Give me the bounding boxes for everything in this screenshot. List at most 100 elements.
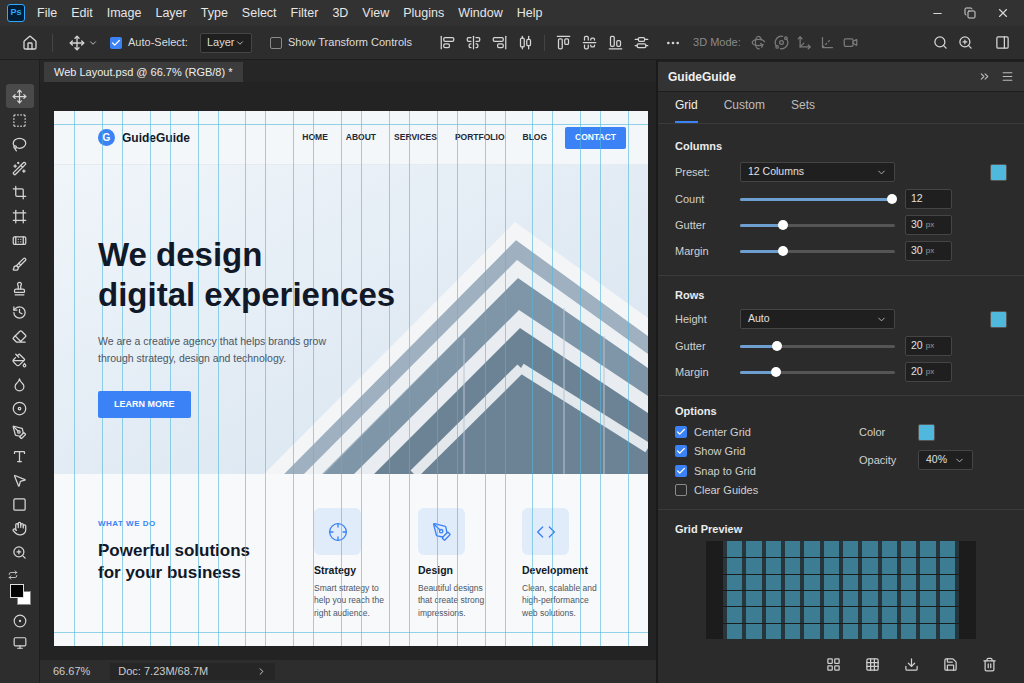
slider-thumb[interactable] [887, 194, 897, 204]
option-checkbox[interactable] [675, 426, 687, 438]
menu-item[interactable]: Window [458, 4, 502, 23]
trash-icon[interactable] [982, 657, 997, 672]
slide-3d-icon[interactable] [820, 35, 835, 50]
guide-color-swatch[interactable] [918, 424, 935, 441]
distribute-vertical-icon[interactable] [634, 35, 649, 50]
camera-icon[interactable] [843, 35, 858, 50]
swap-colors-icon[interactable] [8, 570, 18, 580]
menu-item[interactable]: Type [201, 4, 228, 23]
tool-button[interactable] [6, 348, 34, 372]
tool-button[interactable] [6, 108, 34, 132]
preset-dropdown[interactable]: 12 Columns [740, 162, 895, 182]
tool-button[interactable] [6, 84, 34, 108]
grid-selection-icon[interactable] [865, 657, 880, 672]
slider-thumb[interactable] [771, 367, 781, 377]
tool-button[interactable] [6, 228, 34, 252]
nav-link[interactable]: CONTACT [565, 127, 626, 149]
tool-button[interactable] [6, 300, 34, 324]
save-icon[interactable] [943, 657, 958, 672]
color-swatches[interactable] [6, 582, 34, 608]
option-check-row[interactable]: Snap to Grid [675, 461, 859, 481]
tool-button[interactable] [6, 252, 34, 276]
workspace-icon[interactable] [995, 35, 1010, 50]
tool-button[interactable] [6, 516, 34, 540]
transform-controls-checkbox[interactable] [270, 37, 282, 49]
slider-thumb[interactable] [772, 341, 782, 351]
panel-tab[interactable]: Sets [791, 96, 815, 123]
height-dropdown[interactable]: Auto [740, 309, 895, 329]
discover-icon[interactable] [958, 35, 973, 50]
canvas[interactable]: GGuideGuideHOMEABOUTSERVICESPORTFOLIOBLO… [54, 111, 648, 646]
option-check-row[interactable]: Show Grid [675, 442, 859, 462]
search-icon[interactable] [933, 35, 948, 50]
slider[interactable] [740, 219, 895, 231]
menu-item[interactable]: File [37, 4, 57, 23]
tool-button[interactable] [6, 132, 34, 156]
chevron-down-icon[interactable] [88, 38, 98, 48]
nav-link[interactable]: BLOG [523, 131, 548, 144]
learn-more-button[interactable]: LEARN MORE [98, 391, 191, 418]
tool-button[interactable] [6, 180, 34, 204]
minimize-icon[interactable] [931, 7, 944, 20]
value-field[interactable]: 12 [905, 189, 952, 209]
site-logo[interactable]: GGuideGuide [98, 129, 190, 147]
slider[interactable] [740, 245, 895, 257]
opacity-dropdown[interactable]: 40% [918, 450, 973, 470]
slider-thumb[interactable] [778, 246, 788, 256]
value-field[interactable]: 30px [905, 215, 952, 235]
align-top-icon[interactable] [556, 35, 571, 50]
slider[interactable] [740, 193, 895, 205]
pan-3d-icon[interactable] [797, 35, 812, 50]
home-icon[interactable] [22, 35, 38, 51]
nav-link[interactable]: SERVICES [394, 131, 437, 144]
restore-icon[interactable] [964, 7, 976, 19]
slider[interactable] [740, 366, 895, 378]
value-field[interactable]: 30px [905, 241, 952, 261]
value-field[interactable]: 20px [905, 336, 952, 356]
align-center-icon[interactable] [466, 35, 481, 50]
panel-tab[interactable]: Custom [724, 96, 765, 123]
quick-mask-icon[interactable] [13, 614, 27, 628]
tool-button[interactable] [6, 468, 34, 492]
menu-item[interactable]: Edit [71, 4, 93, 23]
row-color-swatch[interactable] [990, 311, 1007, 328]
option-check-row[interactable]: Clear Guides [675, 481, 859, 501]
menu-item[interactable]: Help [517, 4, 543, 23]
panel-tab[interactable]: Grid [675, 96, 698, 123]
align-bottom-icon[interactable] [608, 35, 623, 50]
tool-button[interactable] [6, 372, 34, 396]
tool-button[interactable] [6, 396, 34, 420]
option-checkbox[interactable] [675, 445, 687, 457]
option-check-row[interactable]: Center Grid [675, 422, 859, 442]
menu-item[interactable]: View [362, 4, 389, 23]
foreground-color[interactable] [10, 584, 24, 598]
auto-select-target[interactable]: Layer [200, 33, 252, 53]
distribute-horizontal-icon[interactable] [518, 35, 533, 50]
auto-select-checkbox[interactable] [110, 37, 122, 49]
tool-button[interactable] [6, 420, 34, 444]
rotate-3d-icon[interactable] [751, 35, 766, 50]
column-color-swatch[interactable] [990, 164, 1007, 181]
tool-button[interactable] [6, 324, 34, 348]
tool-button[interactable] [6, 276, 34, 300]
doc-info[interactable]: Doc: 7.23M/68.7M [110, 663, 275, 680]
option-checkbox[interactable] [675, 465, 687, 477]
option-checkbox[interactable] [675, 484, 687, 496]
tool-button[interactable] [6, 156, 34, 180]
orbit-icon[interactable] [774, 35, 789, 50]
menu-item[interactable]: 3D [332, 4, 348, 23]
tool-button[interactable] [6, 444, 34, 468]
nav-link[interactable]: PORTFOLIO [455, 131, 505, 144]
value-field[interactable]: 20px [905, 362, 952, 382]
collapse-icon[interactable] [978, 70, 991, 83]
import-icon[interactable] [904, 657, 919, 672]
close-icon[interactable] [996, 6, 1010, 20]
panel-menu-icon[interactable] [1001, 70, 1014, 83]
slider[interactable] [740, 340, 895, 352]
document-tab[interactable]: Web Layout.psd @ 66.7% (RGB/8) * [44, 62, 243, 82]
menu-item[interactable]: Layer [155, 4, 186, 23]
menu-item[interactable]: Image [107, 4, 142, 23]
nav-link[interactable]: ABOUT [346, 131, 376, 144]
tool-button[interactable] [6, 492, 34, 516]
menu-item[interactable]: Plugins [403, 4, 444, 23]
